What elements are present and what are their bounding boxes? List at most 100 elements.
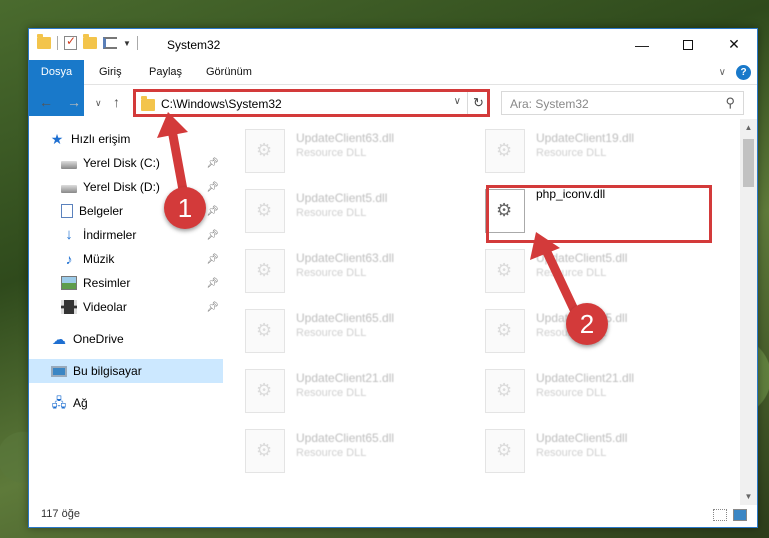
quick-access-toolbar: ▼ [37, 34, 138, 50]
file-item[interactable]: UpdateClient5.dll Resource DLL [239, 181, 459, 237]
file-name: UpdateClient65.dll [296, 311, 395, 325]
pin-icon[interactable]: 📌︎ [206, 278, 219, 289]
new-folder-icon[interactable] [83, 34, 97, 49]
vertical-scrollbar[interactable]: ▲ ▼ [740, 119, 757, 505]
close-button[interactable]: ✕ [711, 29, 757, 60]
file-item[interactable]: UpdateClient21.dll Resource DLL [479, 361, 699, 417]
dll-file-icon [485, 249, 525, 293]
dll-file-icon [245, 189, 285, 233]
pin-icon[interactable]: 📌︎ [206, 254, 219, 265]
pictures-icon [61, 276, 77, 290]
minimize-icon: — [635, 36, 649, 53]
tab-home[interactable]: Giriş [87, 60, 134, 85]
maximize-button[interactable] [665, 29, 711, 60]
sidebar-item-onedrive[interactable]: ☁ OneDrive [29, 327, 223, 351]
file-item[interactable]: UpdateClient63.dll Resource DLL [239, 241, 459, 297]
sidebar-item-label: Yerel Disk (D:) [83, 180, 160, 194]
properties-check-icon[interactable] [64, 34, 77, 50]
file-name: UpdateClient63.dll [296, 131, 395, 145]
file-item[interactable]: UpdateClient63.dll Resource DLL [239, 121, 459, 177]
scroll-up-icon[interactable]: ▲ [740, 119, 757, 136]
search-input[interactable]: Ara: System32 [510, 97, 589, 111]
cloud-icon: ☁ [52, 331, 66, 347]
dll-file-icon [485, 429, 525, 473]
pin-icon[interactable]: 📌︎ [206, 206, 219, 217]
file-item[interactable]: UpdateClient5.dll Resource DLL [479, 421, 699, 477]
file-name: UpdateClient5.dll [536, 431, 628, 445]
pin-icon[interactable]: 📌︎ [206, 230, 219, 241]
computer-icon [51, 365, 67, 377]
back-arrow-icon[interactable]: ← [39, 94, 53, 110]
file-item[interactable]: UpdateClient65.dll Resource DLL [239, 301, 459, 357]
title-bar: ▼ System32 — ✕ [29, 29, 757, 60]
sidebar-item-pictures[interactable]: Resimler 📌︎ [29, 271, 223, 295]
address-row: ← → ∨ ↑ C:\Windows\System32 ∨ ↻ Ara: Sys… [29, 86, 757, 119]
details-view-icon[interactable] [713, 509, 727, 521]
sidebar-item-quick-access[interactable]: ★ Hızlı erişim [29, 127, 223, 151]
tab-share[interactable]: Paylaş [137, 60, 194, 85]
file-item[interactable]: UpdateClient19.dll Resource DLL [479, 121, 699, 177]
search-icon[interactable]: ⚲ [725, 95, 735, 111]
help-icon[interactable]: ? [736, 65, 751, 80]
sidebar-item-label: İndirmeler [83, 228, 137, 242]
dll-file-icon [245, 309, 285, 353]
tab-view[interactable]: Görünüm [194, 60, 264, 85]
ribbon-right-controls: ∨ ? [719, 65, 751, 80]
forward-arrow-icon[interactable]: → [67, 94, 81, 110]
window-title: System32 [167, 38, 221, 52]
recent-locations-chevron-icon[interactable]: ∨ [95, 98, 102, 109]
view-properties-icon[interactable] [103, 37, 117, 49]
file-item[interactable]: UpdateClient21.dll Resource DLL [239, 361, 459, 417]
search-box[interactable]: Ara: System32 ⚲ [501, 91, 744, 115]
dll-file-icon [245, 369, 285, 413]
close-icon: ✕ [728, 36, 740, 52]
file-type: Resource DLL [296, 447, 367, 459]
sidebar-item-label: OneDrive [73, 332, 124, 346]
file-type: Resource DLL [296, 387, 367, 399]
dll-file-icon [245, 129, 285, 173]
downloads-icon: ↓ [65, 226, 73, 243]
file-name: UpdateClient63.dll [296, 251, 395, 265]
file-name: UpdateClient19.dll [536, 131, 635, 145]
sidebar-item-label: Videolar [83, 300, 127, 314]
dll-file-icon [245, 429, 285, 473]
item-count: 117 öğe [41, 508, 80, 520]
pin-icon[interactable]: 📌︎ [206, 182, 219, 193]
expand-ribbon-chevron-icon[interactable]: ∨ [719, 67, 726, 78]
sidebar-item-label: Ağ [73, 396, 88, 410]
sidebar-item-network[interactable]: 🖧︎ Ağ [29, 391, 223, 415]
navigation-pane: ★ Hızlı erişim Yerel Disk (C:) 📌︎ Yerel … [29, 125, 223, 505]
sidebar-item-label: Hızlı erişim [71, 132, 131, 146]
drive-icon [61, 184, 77, 193]
sidebar-item-label: Resimler [83, 276, 131, 290]
pin-icon[interactable]: 📌︎ [206, 158, 219, 169]
drive-icon [61, 160, 77, 169]
sidebar-item-videos[interactable]: Videolar 📌︎ [29, 295, 223, 319]
documents-icon [61, 204, 73, 218]
file-highlight-box [486, 185, 712, 243]
dll-file-icon [485, 369, 525, 413]
customize-toolbar-dropdown-icon[interactable]: ▼ [123, 39, 131, 48]
file-type: Resource DLL [296, 207, 367, 219]
file-item[interactable]: UpdateClient65.dll Resource DLL [239, 421, 459, 477]
file-list: UpdateClient63.dll Resource DLL UpdateCl… [239, 119, 739, 509]
scroll-thumb[interactable] [743, 139, 754, 187]
status-bar: 117 öğe [29, 503, 757, 527]
pin-icon[interactable]: 📌︎ [206, 302, 219, 313]
up-arrow-icon[interactable]: ↑ [113, 94, 120, 110]
large-icons-view-icon[interactable] [733, 509, 747, 521]
minimize-button[interactable]: — [619, 29, 665, 60]
sidebar-item-local-disk-c[interactable]: Yerel Disk (C:) 📌︎ [29, 151, 223, 175]
star-icon: ★ [50, 131, 64, 147]
sidebar-item-label: Bu bilgisayar [73, 364, 142, 378]
sidebar-item-this-pc[interactable]: Bu bilgisayar [29, 359, 223, 383]
sidebar-item-music[interactable]: ♪ Müzik 📌︎ [29, 247, 223, 271]
folder-icon [37, 34, 51, 49]
file-type: Resource DLL [536, 387, 607, 399]
file-name: UpdateClient21.dll [536, 371, 635, 385]
file-type: Resource DLL [296, 327, 367, 339]
sidebar-item-label: Yerel Disk (C:) [83, 156, 160, 170]
file-type: Resource DLL [536, 267, 607, 279]
file-explorer-window: ▼ System32 — ✕ Dosya Giriş Paylaş Görünü… [28, 28, 758, 528]
file-item[interactable]: UpdateClient5.dll Resource DLL [479, 241, 699, 297]
